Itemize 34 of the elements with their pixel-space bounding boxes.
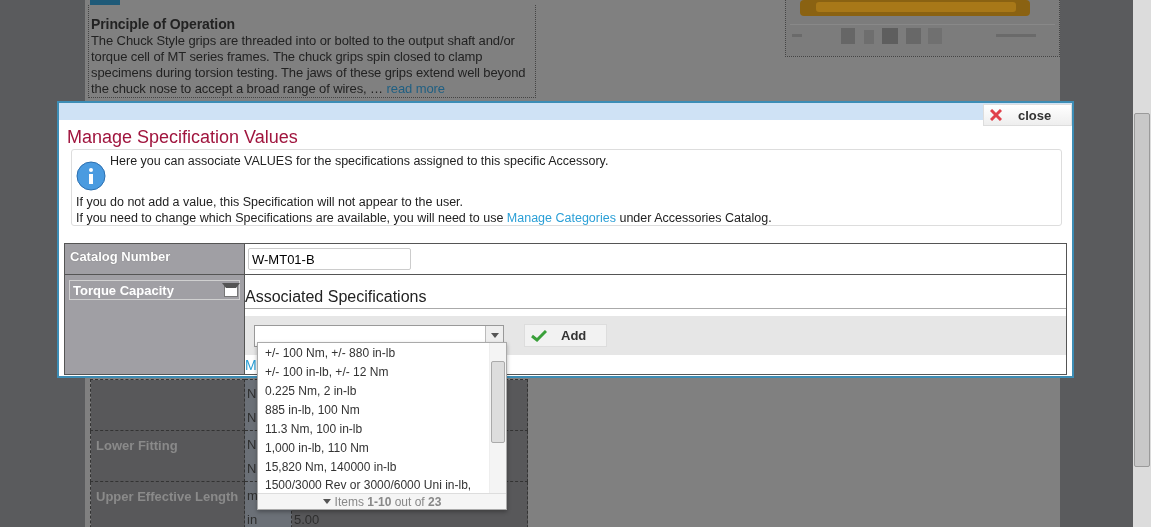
info-text: If you do not add a value, this Specification will not appear to the user. [76,194,465,210]
unit-cell: in [247,512,258,527]
close-icon [990,109,1002,121]
dropdown-option[interactable]: 15,820 Nm, 140000 in-lb [258,458,489,477]
check-icon [531,329,547,342]
scroll-thumb[interactable] [491,361,505,443]
dropdown-option[interactable]: 1500/3000 Rev or 3000/6000 Uni in-lb, [258,477,489,494]
info-icon [76,161,106,191]
pager-text: Items 1-10 out of 23 [334,494,442,509]
unit-cell: N [247,461,257,476]
unit-cell: m [247,488,258,503]
field-label: Catalog Number [69,248,172,266]
section-heading: Principle of Operation [91,16,237,33]
scroll-thumb[interactable] [1134,113,1150,467]
close-button[interactable]: close [983,104,1072,126]
info-text: Here you can associate VALUES for the specifications assigned to this specific Accessory. [110,153,609,170]
dialog-title: Manage Specification Values [67,127,299,148]
dropdown-option[interactable]: +/- 100 Nm, +/- 880 in-lb [258,344,489,363]
dropdown-option[interactable]: 1,000 in-lb, 110 Nm [258,439,489,458]
dropdown-option[interactable]: 0.225 Nm, 2 in-lb [258,382,489,401]
page-scrollbar[interactable] [1133,0,1151,527]
list-scrollbar[interactable] [489,343,506,493]
unit-cell: N [247,386,257,401]
unit-cell: N [247,437,257,452]
dropdown-option[interactable]: +/- 100 in-lb, +/- 12 Nm [258,363,489,382]
accent-bar [90,0,120,5]
dropdown-option[interactable]: 11.3 Nm, 100 in-lb [258,420,489,439]
add-button[interactable]: Add [524,324,607,347]
description-text: The Chuck Style grips are threaded into or bolted to the output shaft and/or torque cell of MT series frames. The chuck grips spin closed to clamp specimens during torsion testing. The jaws of these grips extend well beyond the chuck nose to accept a broad range of wires, … read more [91,33,527,97]
unit-cell: N [247,410,257,425]
catalog-number-field[interactable]: W-MT01-B [248,248,411,270]
section-title: Associated Specifications [245,288,1066,309]
info-text: If you need to change which Specifications are available, you will need to use Manage Categories under Accessories Catalog. [76,210,773,226]
dropdown-option[interactable]: 885 in-lb, 100 Nm [258,401,489,420]
